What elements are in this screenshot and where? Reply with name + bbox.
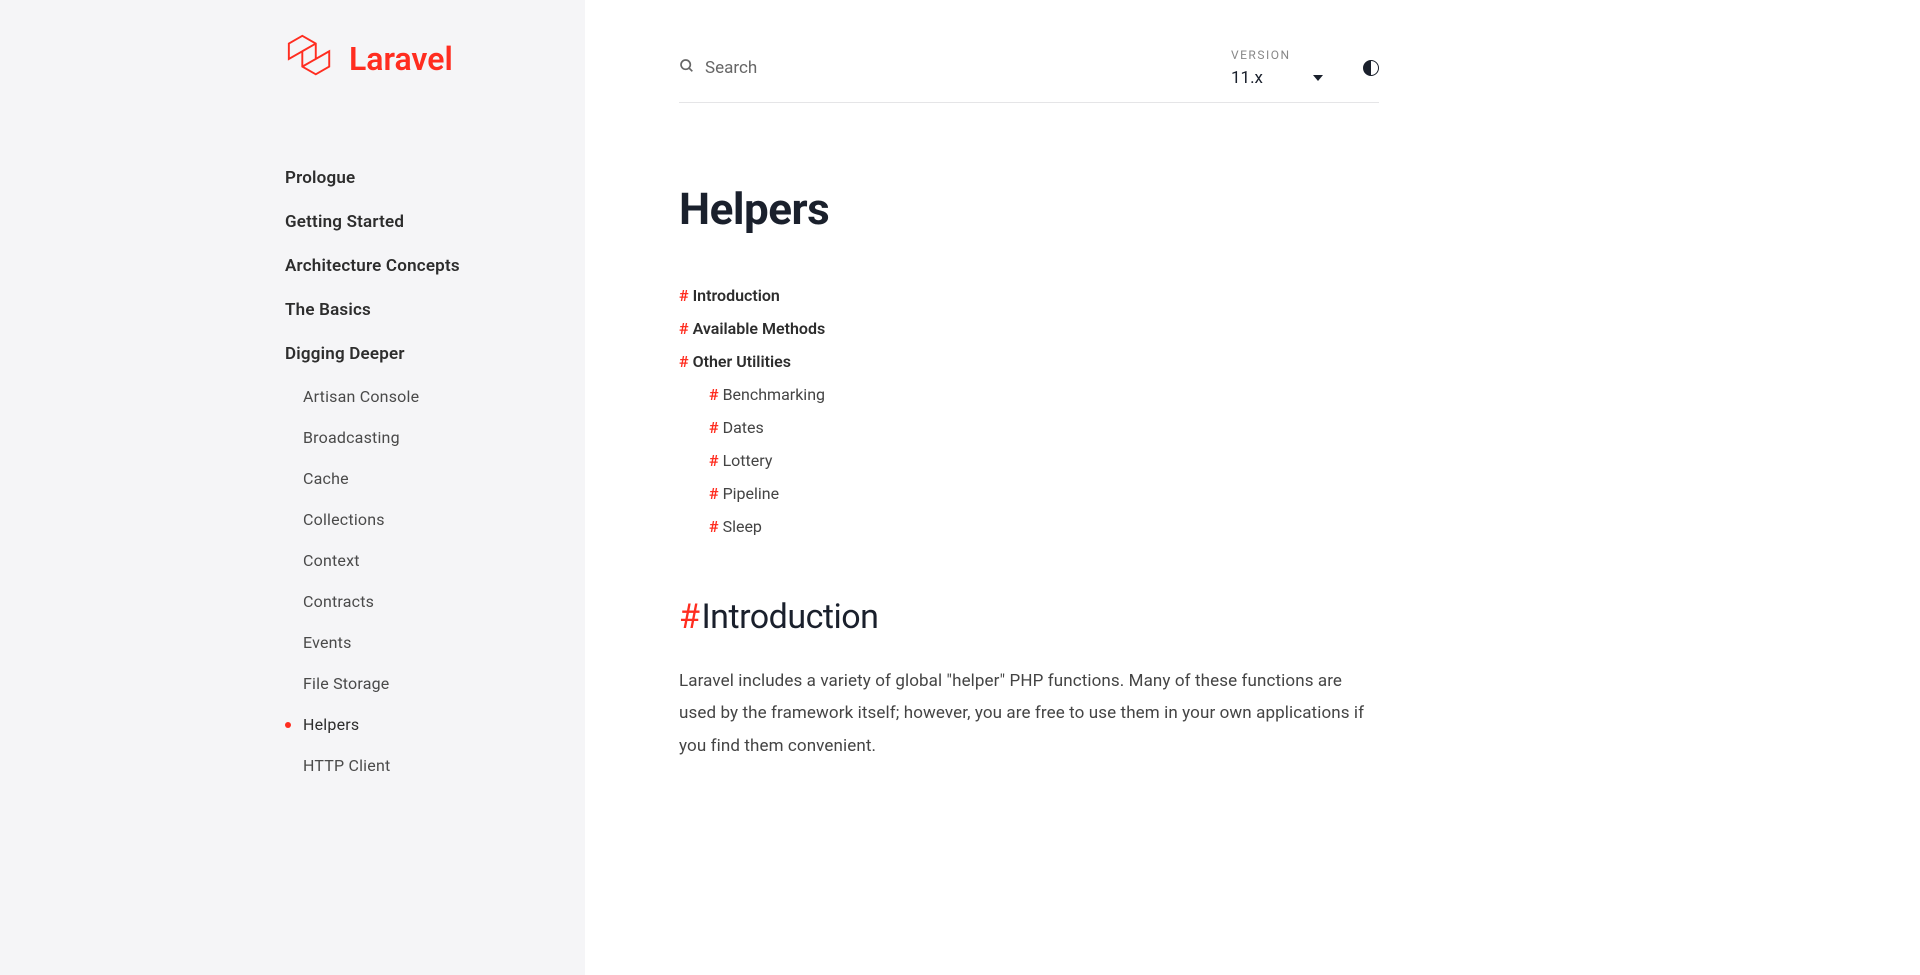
sidebar-item[interactable]: HTTP Client <box>303 745 585 786</box>
toc-link: Pipeline <box>723 484 780 503</box>
sidebar: Laravel PrologueGetting StartedArchitect… <box>0 0 585 975</box>
hash-icon: # <box>709 385 719 404</box>
search-placeholder: Search <box>705 58 757 78</box>
toc-subitem[interactable]: #Lottery <box>709 444 1379 477</box>
sidebar-item[interactable]: Cache <box>303 458 585 499</box>
intro-paragraph: Laravel includes a variety of global "he… <box>679 665 1379 762</box>
sidebar-item[interactable]: Artisan Console <box>303 376 585 417</box>
page-title: Helpers <box>679 183 1379 235</box>
search-input[interactable]: Search <box>679 58 757 78</box>
sidebar-section[interactable]: Architecture Concepts <box>285 244 585 288</box>
version-dropdown[interactable]: 11.x <box>1231 68 1323 88</box>
sidebar-item[interactable]: Context <box>303 540 585 581</box>
search-icon <box>679 58 695 78</box>
version-label: VERSION <box>1231 48 1323 62</box>
hash-icon: # <box>679 319 689 338</box>
hash-icon: # <box>709 451 719 470</box>
main-content: Search VERSION 11.x Helpers #Introductio… <box>585 0 1560 975</box>
version-value: 11.x <box>1231 68 1263 88</box>
toc-link: Lottery <box>723 451 773 470</box>
toc-item[interactable]: #Other Utilities <box>679 345 1379 378</box>
toc-link: Available Methods <box>693 319 826 338</box>
sidebar-item[interactable]: Collections <box>303 499 585 540</box>
toc-subitem[interactable]: #Dates <box>709 411 1379 444</box>
topbar: Search VERSION 11.x <box>679 48 1379 103</box>
logo[interactable]: Laravel <box>285 32 585 86</box>
toc-sublist: #Benchmarking#Dates#Lottery#Pipeline#Sle… <box>679 378 1379 543</box>
sidebar-item[interactable]: Contracts <box>303 581 585 622</box>
chevron-down-icon <box>1313 75 1323 81</box>
sidebar-section[interactable]: The Basics <box>285 288 585 332</box>
sidebar-item[interactable]: Events <box>303 622 585 663</box>
toc-item[interactable]: #Available Methods <box>679 312 1379 345</box>
sidebar-item[interactable]: Helpers <box>303 704 585 745</box>
version-selector: VERSION 11.x <box>1231 48 1323 88</box>
hash-icon: # <box>679 286 689 305</box>
sidebar-item[interactable]: File Storage <box>303 663 585 704</box>
sidebar-section[interactable]: Digging Deeper <box>285 332 585 376</box>
toc-link: Other Utilities <box>693 352 791 371</box>
toc-link: Introduction <box>693 286 780 305</box>
sidebar-item[interactable]: Broadcasting <box>303 417 585 458</box>
logo-text: Laravel <box>349 40 453 78</box>
toc-subitem[interactable]: #Benchmarking <box>709 378 1379 411</box>
section-heading-introduction: #Introduction <box>679 597 1379 637</box>
hash-icon: # <box>709 418 719 437</box>
content: Helpers #Introduction#Available Methods#… <box>679 103 1379 762</box>
toc-link: Benchmarking <box>723 385 825 404</box>
toc-link: Dates <box>723 418 764 437</box>
toc-subitem[interactable]: #Pipeline <box>709 477 1379 510</box>
hash-icon: # <box>709 484 719 503</box>
toc-item[interactable]: #Introduction <box>679 279 1379 312</box>
hash-icon: # <box>679 352 689 371</box>
laravel-logo-icon <box>285 32 335 86</box>
section-heading-text: Introduction <box>701 597 878 637</box>
hash-icon: # <box>709 517 719 536</box>
sidebar-section[interactable]: Prologue <box>285 156 585 200</box>
toc-link: Sleep <box>723 517 762 536</box>
toc-subitem[interactable]: #Sleep <box>709 510 1379 543</box>
sidebar-section[interactable]: Getting Started <box>285 200 585 244</box>
theme-toggle-icon[interactable] <box>1363 60 1379 76</box>
topbar-right: VERSION 11.x <box>1231 48 1379 88</box>
hash-icon: # <box>679 597 699 637</box>
table-of-contents: #Introduction#Available Methods#Other Ut… <box>679 279 1379 543</box>
